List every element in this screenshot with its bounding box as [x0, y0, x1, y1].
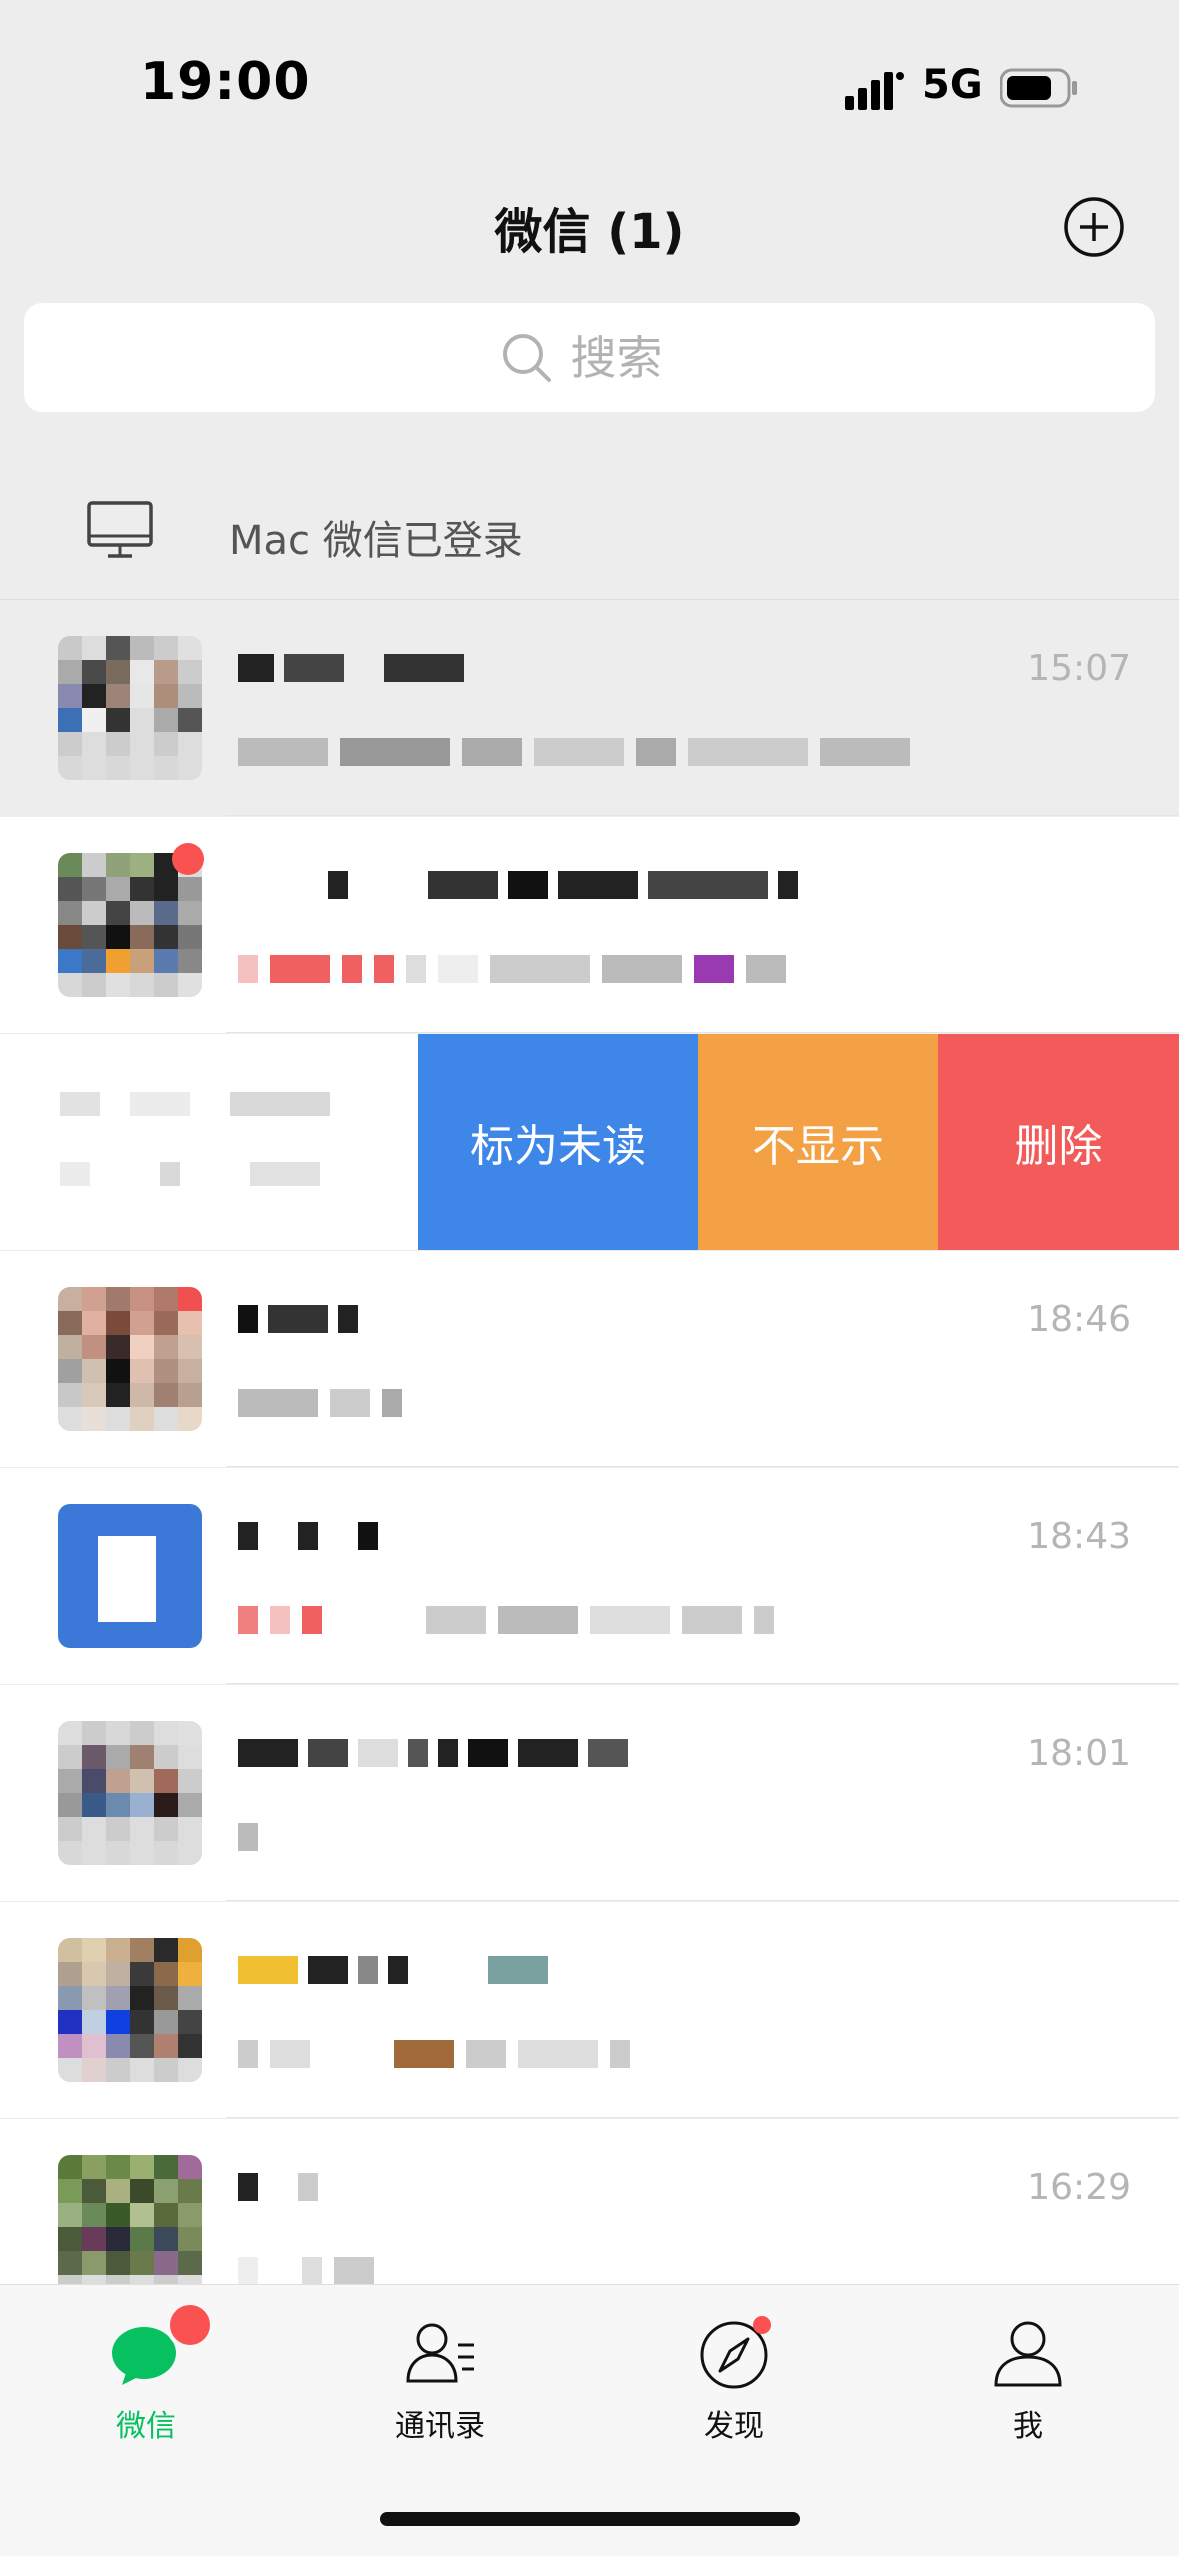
chat-name-redacted: [238, 871, 798, 899]
chat-row[interactable]: 18:46: [0, 1251, 1179, 1467]
divider: [226, 2117, 1179, 2118]
plus-circle-icon[interactable]: [1063, 196, 1125, 258]
chat-time: 18:01: [1027, 1733, 1131, 1774]
device-login-text: Mac 微信已登录: [229, 518, 523, 564]
page-title: 微信 (1): [494, 204, 685, 260]
chat-time: 15:07: [1027, 648, 1131, 689]
chat-name-redacted: [238, 1956, 548, 1984]
search-input[interactable]: [570, 330, 681, 385]
chat-time: 18:46: [1027, 1299, 1131, 1340]
chat-preview-redacted: [238, 955, 786, 983]
chat-preview-redacted: [238, 2040, 630, 2068]
chat-time: 18:43: [1027, 1516, 1131, 1557]
device-login-banner[interactable]: Mac 微信已登录: [0, 470, 1179, 600]
chat-row[interactable]: [0, 1902, 1179, 2118]
chat-row[interactable]: [0, 817, 1179, 1033]
chat-row[interactable]: 18:01: [0, 1685, 1179, 1901]
hide-chat-button[interactable]: 不显示: [698, 1034, 938, 1250]
chat-name-redacted: [238, 1522, 378, 1550]
chat-preview-redacted: [238, 1823, 258, 1851]
chat-name-redacted: [238, 654, 464, 682]
avatar: [58, 2155, 202, 2299]
chat-preview-redacted: [238, 2257, 374, 2285]
contacts-icon: [406, 2323, 474, 2383]
divider: [226, 815, 1179, 816]
compass-icon: [700, 2316, 771, 2389]
desktop-icon: [87, 501, 153, 558]
avatar: [58, 1504, 202, 1648]
tab-contacts[interactable]: 通讯录: [360, 2315, 520, 2465]
avatar: [58, 1721, 202, 1865]
search-bar[interactable]: [24, 303, 1155, 412]
chat-preview-redacted: [238, 1389, 402, 1417]
signal-icon: [845, 72, 904, 110]
battery-icon: [1000, 68, 1077, 108]
chat-row[interactable]: 15:07: [0, 600, 1179, 816]
status-time: 19:00: [140, 52, 311, 112]
tab-chats[interactable]: 微信: [66, 2301, 226, 2465]
avatar: [58, 1287, 202, 1431]
divider: [226, 1683, 1179, 1684]
search-icon: [502, 333, 551, 382]
avatar: [58, 636, 202, 780]
status-bar: 19:00 5G: [0, 0, 1179, 160]
tab-me[interactable]: 我: [948, 2315, 1108, 2465]
divider: [226, 1900, 1179, 1901]
chat-name-redacted: [238, 2173, 318, 2201]
avatar: [58, 853, 202, 997]
unread-badge: [166, 2301, 214, 2349]
chat-preview-redacted: [238, 738, 910, 766]
unread-dot: [172, 843, 204, 875]
swiped-chat-row[interactable]: 标为未读 不显示 删除: [0, 1034, 1179, 1250]
mark-unread-button[interactable]: 标为未读: [418, 1034, 698, 1250]
chat-preview-redacted: [60, 1092, 330, 1186]
tab-label: 我: [1013, 2409, 1043, 2444]
chat-time: 16:29: [1027, 2167, 1131, 2208]
chat-row[interactable]: 18:43: [0, 1468, 1179, 1684]
divider: [226, 1032, 1179, 1033]
avatar: [58, 1938, 202, 2082]
tab-label: 微信: [116, 2409, 176, 2444]
home-indicator[interactable]: [380, 2512, 800, 2526]
delete-chat-button[interactable]: 删除: [938, 1034, 1179, 1250]
network-type: 5G: [922, 62, 983, 108]
chat-preview-redacted: [238, 1606, 774, 1634]
chat-name-redacted: [238, 1739, 628, 1767]
chat-name-redacted: [238, 1305, 358, 1333]
tab-discover[interactable]: 发现: [654, 2315, 814, 2465]
divider: [226, 1466, 1179, 1467]
person-icon: [994, 2321, 1062, 2387]
tab-label: 通讯录: [395, 2409, 485, 2444]
tab-label: 发现: [704, 2409, 764, 2444]
